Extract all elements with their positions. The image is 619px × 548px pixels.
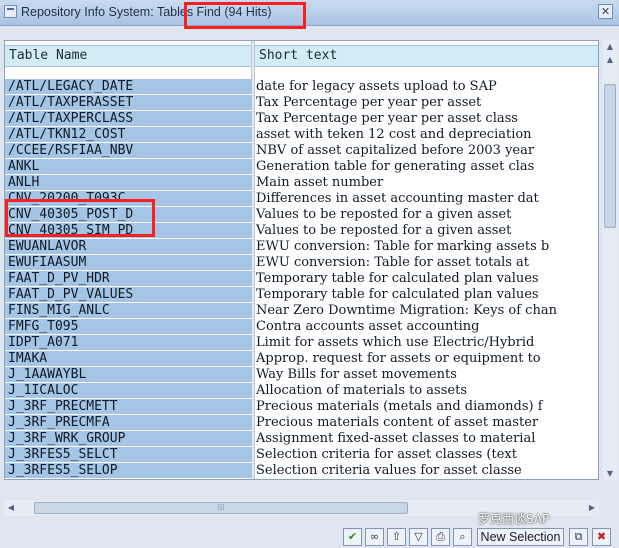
short-text-cell[interactable]: NBV of asset capitalized before 2003 yea…	[256, 143, 598, 159]
table-row[interactable]: /ATL/TAXPERCLASS Tax Percentage per year …	[5, 111, 598, 127]
result-table: Table Name Short text /ATL/LEGACY_DATE da…	[4, 40, 599, 480]
table-name-cell[interactable]: J_3RF_WRK_GROUP	[5, 431, 252, 447]
short-text-cell[interactable]: Approp. request for assets or equipment …	[256, 351, 598, 367]
table-row[interactable]: FAAT_D_PV_VALUES Temporary table for calc…	[5, 287, 598, 303]
table-name-cell[interactable]: IDPT_A071	[5, 335, 252, 351]
table-name-cell[interactable]: J_3RFES5_SELOP	[5, 463, 252, 479]
table-row[interactable]: /ATL/LEGACY_DATE date for legacy assets u…	[5, 79, 598, 95]
table-row[interactable]: EWUANLAVOR EWU conversion: Table for mark…	[5, 239, 598, 255]
table-name-cell[interactable]: FAAT_D_PV_VALUES	[5, 287, 252, 303]
table-name-cell[interactable]: J_1AAWAYBL	[5, 367, 252, 383]
short-text-cell[interactable]: Near Zero Downtime Migration: Keys of ch…	[256, 303, 598, 319]
sort-ascending-icon[interactable]: ⇧	[387, 528, 406, 546]
binoculars-icon[interactable]: ∞	[365, 528, 384, 546]
table-name-cell[interactable]: J_3RFES5_SELCT	[5, 447, 252, 463]
scroll-top-icon[interactable]: ▲	[603, 40, 617, 53]
table-row[interactable]: J_3RF_WRK_GROUP Assignment fixed-asset cl…	[5, 431, 598, 447]
short-text-cell[interactable]: asset with teken 12 cost and depreciatio…	[256, 127, 598, 143]
short-text-cell[interactable]: Temporary table for calculated plan valu…	[256, 271, 598, 287]
table-row[interactable]: J_1AAWAYBL Way Bills for asset movements	[5, 367, 598, 383]
table-row[interactable]: FAAT_D_PV_HDR Temporary table for calcula…	[5, 271, 598, 287]
short-text-cell[interactable]: Main asset number	[256, 175, 598, 191]
new-selection-button[interactable]: New Selection	[477, 528, 564, 546]
scroll-down-icon[interactable]: ▼	[603, 467, 617, 480]
short-text-cell[interactable]: Differences in asset accounting master d…	[256, 191, 598, 207]
cancel-icon[interactable]: ✖	[592, 528, 611, 546]
scroll-left-icon[interactable]: ◀	[4, 500, 18, 516]
table-name-cell[interactable]: EWUANLAVOR	[5, 239, 252, 255]
table-row[interactable]: J_3RF_PRECMFA Precious materials content …	[5, 415, 598, 431]
table-name-cell[interactable]: FAAT_D_PV_HDR	[5, 271, 252, 287]
short-text-cell[interactable]: date for legacy assets upload to SAP	[256, 79, 598, 95]
table-name-cell[interactable]: /ATL/TKN12_COST	[5, 127, 252, 143]
table-row[interactable]: FINS_MIG_ANLC Near Zero Downtime Migratio…	[5, 303, 598, 319]
table-name-cell[interactable]: /ATL/LEGACY_DATE	[5, 79, 252, 95]
table-name-cell[interactable]: FINS_MIG_ANLC	[5, 303, 252, 319]
table-name-cell[interactable]: J_3RF_PRECMFA	[5, 415, 252, 431]
table-row[interactable]: ANLH Main asset number	[5, 175, 598, 191]
short-text-cell[interactable]: Allocation of materials to assets	[256, 383, 598, 399]
title-bar: Repository Info System: Tables Find (94 …	[0, 0, 619, 26]
close-button[interactable]: ✕	[598, 4, 613, 19]
short-text-cell[interactable]: Temporary table for calculated plan valu…	[256, 287, 598, 303]
table-row[interactable]: J_3RFES5_SELCT Selection criteria for ass…	[5, 447, 598, 463]
short-text-cell[interactable]: Way Bills for asset movements	[256, 367, 598, 383]
short-text-cell[interactable]: Limit for assets which use Electric/Hybr…	[256, 335, 598, 351]
print-icon[interactable]: ⎙	[431, 528, 450, 546]
short-text-cell[interactable]: Selection criteria values for asset clas…	[256, 463, 598, 479]
short-text-cell[interactable]: Assignment fixed-asset classes to materi…	[256, 431, 598, 447]
short-text-cell[interactable]: Values to be reposted for a given asset	[256, 223, 598, 239]
table-row[interactable]: IMAKA Approp. request for assets or equip…	[5, 351, 598, 367]
short-text-cell[interactable]: Contra accounts asset accounting	[256, 319, 598, 335]
table-name-cell[interactable]: FMFG_T095	[5, 319, 252, 335]
table-name-cell[interactable]: EWUFIAASUM	[5, 255, 252, 271]
short-text-cell[interactable]: Generation table for generating asset cl…	[256, 159, 598, 175]
short-text-cell[interactable]: Tax Percentage per year per asset	[256, 95, 598, 111]
horizontal-scroll-thumb[interactable]: ⁞⁞⁞	[34, 502, 408, 514]
vertical-scroll-thumb[interactable]	[604, 84, 616, 228]
short-text-cell[interactable]: Selection criteria for asset classes (te…	[256, 447, 598, 463]
table-name-cell[interactable]: IMAKA	[5, 351, 252, 367]
short-text-cell[interactable]: EWU conversion: Table for marking assets…	[256, 239, 598, 255]
short-text-cell[interactable]: Tax Percentage per year per asset class	[256, 111, 598, 127]
column-header-short-text[interactable]: Short text	[255, 45, 598, 67]
rows-highlight-box	[5, 199, 155, 237]
checkmark-icon[interactable]: ✔	[343, 528, 362, 546]
short-text-cell[interactable]: Precious materials content of asset mast…	[256, 415, 598, 431]
table-row[interactable]: J_3RFES5_SELOP Selection criteria values …	[5, 463, 598, 479]
table-name-cell[interactable]: /ATL/TAXPERASSET	[5, 95, 252, 111]
window-icon	[4, 5, 17, 18]
find-icon[interactable]: ⌕	[453, 528, 472, 546]
copy-icon[interactable]: ⧉	[569, 528, 588, 546]
table-row[interactable]: EWUFIAASUM EWU conversion: Table for asse…	[5, 255, 598, 271]
table-row[interactable]: /ATL/TKN12_COST asset with teken 12 cost …	[5, 127, 598, 143]
table-row[interactable]: ANKL Generation table for generating asse…	[5, 159, 598, 175]
table-name-cell[interactable]: /CCEE/RSFIAA_NBV	[5, 143, 252, 159]
table-name-cell[interactable]: ANKL	[5, 159, 252, 175]
table-row[interactable]: J_1ICALOC Allocation of materials to asse…	[5, 383, 598, 399]
table-header: Table Name Short text	[5, 41, 598, 67]
short-text-cell[interactable]: Values to be reposted for a given asset	[256, 207, 598, 223]
table-rows: /ATL/LEGACY_DATE date for legacy assets u…	[5, 79, 598, 479]
bottom-toolbar: ✔ ∞ ⇧ ▽ ⎙ ⌕ New Selection ⧉ ✖	[0, 524, 619, 548]
short-text-cell[interactable]: EWU conversion: Table for asset totals a…	[256, 255, 598, 271]
table-name-cell[interactable]: ANLH	[5, 175, 252, 191]
scroll-up-icon[interactable]: ▲	[603, 53, 617, 66]
table-name-cell[interactable]: J_3RF_PRECMETT	[5, 399, 252, 415]
filter-icon[interactable]: ▽	[409, 528, 428, 546]
hits-highlight-box	[184, 2, 306, 29]
table-row[interactable]: J_3RF_PRECMETT Precious materials (metals…	[5, 399, 598, 415]
table-row[interactable]: /CCEE/RSFIAA_NBV NBV of asset capitalized…	[5, 143, 598, 159]
table-row[interactable]: IDPT_A071 Limit for assets which use Elec…	[5, 335, 598, 351]
table-name-cell[interactable]: /ATL/TAXPERCLASS	[5, 111, 252, 127]
column-header-table-name[interactable]: Table Name	[5, 45, 251, 67]
short-text-cell[interactable]: Precious materials (metals and diamonds)…	[256, 399, 598, 415]
table-row[interactable]: /ATL/TAXPERASSET Tax Percentage per year …	[5, 95, 598, 111]
table-name-cell[interactable]: J_1ICALOC	[5, 383, 252, 399]
table-row[interactable]: FMFG_T095 Contra accounts asset accountin…	[5, 319, 598, 335]
vertical-scrollbar[interactable]: ▲ ▲ ▼	[603, 40, 617, 480]
